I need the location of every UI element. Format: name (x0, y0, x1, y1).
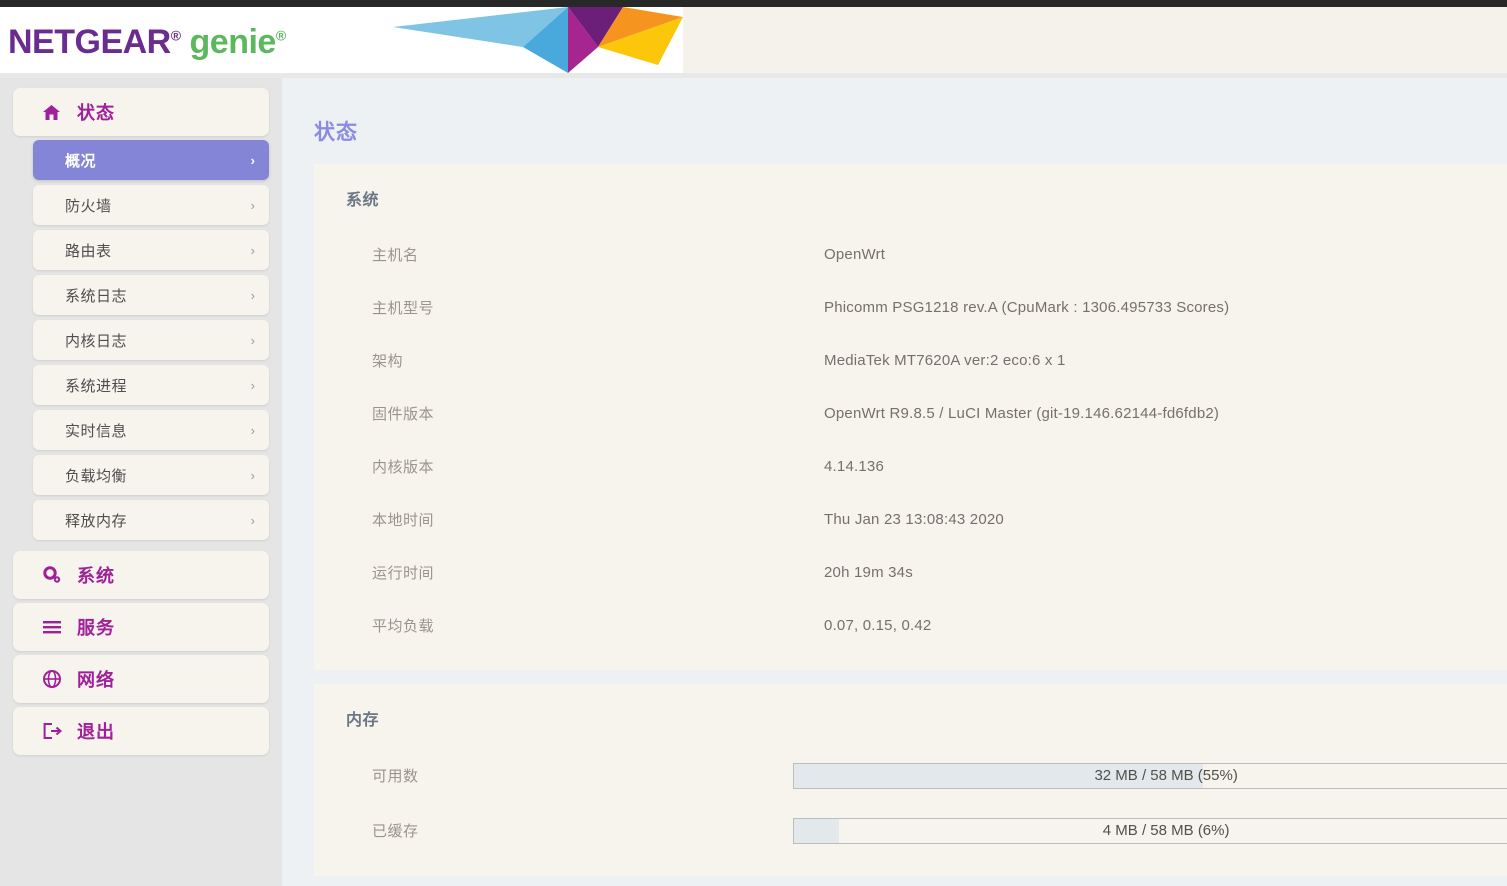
row-value-model: Phicomm PSG1218 rev.A (CpuMark : 1306.49… (824, 299, 1230, 316)
chevron-right-icon: › (250, 512, 255, 528)
gear-icon (43, 566, 69, 584)
brand-netgear-text: NETGEAR (8, 23, 171, 61)
chevron-right-icon: › (250, 287, 255, 303)
row-value-load-average: 0.07, 0.15, 0.42 (824, 617, 932, 634)
app-header: NETGEAR® genie® (0, 7, 1507, 73)
memory-card: 内存 可用数 32 MB / 58 MB (55%) 已缓存 4 MB / 58… (314, 684, 1507, 876)
cached-memory-progress-bar: 4 MB / 58 MB (6%) (793, 817, 1507, 844)
sidebar-item-overview-label: 概况 (65, 152, 97, 170)
brand-netgear-registered: ® (170, 27, 181, 44)
row-label-available-memory: 可用数 (372, 768, 419, 785)
table-row: 主机名 OpenWrt (314, 228, 1507, 281)
sidebar-section-services[interactable]: 服务 (13, 603, 269, 651)
table-row: 平均负载 0.07, 0.15, 0.42 (314, 599, 1507, 652)
brand-logo-text: NETGEAR® genie® (8, 23, 286, 62)
sidebar-section-network-label: 网络 (77, 670, 115, 690)
top-black-bar (0, 0, 1507, 7)
row-label-kernel-version: 内核版本 (372, 459, 435, 476)
sidebar-item-realtime-graphs-label: 实时信息 (65, 422, 128, 440)
sidebar-section-system[interactable]: 系统 (13, 551, 269, 599)
row-label-uptime: 运行时间 (372, 565, 435, 582)
sidebar-section-network[interactable]: 网络 (13, 655, 269, 703)
table-row: 内核版本 4.14.136 (314, 440, 1507, 493)
row-label-architecture: 架构 (372, 353, 404, 370)
table-row: 已缓存 4 MB / 58 MB (6%) (314, 803, 1507, 858)
row-label-cached-memory: 已缓存 (372, 823, 419, 840)
row-value-architecture: MediaTek MT7620A ver:2 eco:6 x 1 (824, 352, 1066, 369)
table-row: 主机型号 Phicomm PSG1218 rev.A (CpuMark : 13… (314, 281, 1507, 334)
chevron-right-icon: › (250, 152, 255, 168)
sidebar-item-kernel-log-label: 内核日志 (65, 332, 128, 350)
sidebar-item-firewall-label: 防火墙 (65, 197, 112, 215)
sidebar-item-load-balancing-label: 负载均衡 (65, 467, 128, 485)
sidebar-section-system-label: 系统 (77, 566, 115, 586)
memory-card-title: 内存 (346, 712, 380, 729)
sidebar-item-kernel-log[interactable]: 内核日志 › (33, 320, 269, 360)
sidebar-item-system-log-label: 系统日志 (65, 287, 128, 305)
chevron-right-icon: › (250, 242, 255, 258)
chevron-right-icon: › (250, 332, 255, 348)
row-label-model: 主机型号 (372, 300, 435, 317)
table-row: 本地时间 Thu Jan 23 13:08:43 2020 (314, 493, 1507, 546)
row-label-hostname: 主机名 (372, 247, 419, 264)
table-row: 运行时间 20h 19m 34s (314, 546, 1507, 599)
chevron-right-icon: › (250, 467, 255, 483)
sidebar-item-routes-label: 路由表 (65, 242, 112, 260)
row-value-firmware-version: OpenWrt R9.8.5 / LuCI Master (git-19.146… (824, 405, 1220, 422)
globe-icon (43, 670, 69, 688)
row-value-hostname: OpenWrt (824, 246, 886, 263)
brand-prism-graphic (393, 7, 683, 73)
row-value-local-time: Thu Jan 23 13:08:43 2020 (824, 511, 1004, 528)
page-title: 状态 (314, 121, 358, 144)
row-label-load-average: 平均负载 (372, 618, 435, 635)
sidebar-item-processes-label: 系统进程 (65, 377, 128, 395)
sidebar-item-load-balancing[interactable]: 负载均衡 › (33, 455, 269, 495)
sidebar-item-firewall[interactable]: 防火墙 › (33, 185, 269, 225)
chevron-right-icon: › (250, 197, 255, 213)
table-row: 固件版本 OpenWrt R9.8.5 / LuCI Master (git-1… (314, 387, 1507, 440)
chevron-right-icon: › (250, 422, 255, 438)
sidebar-item-free-memory[interactable]: 释放内存 › (33, 500, 269, 540)
sidebar-item-system-log[interactable]: 系统日志 › (33, 275, 269, 315)
list-icon (43, 620, 69, 634)
row-value-kernel-version: 4.14.136 (824, 458, 884, 475)
available-memory-progress-text: 32 MB / 58 MB (55%) (1094, 767, 1238, 784)
row-value-uptime: 20h 19m 34s (824, 564, 913, 581)
sidebar-item-free-memory-label: 释放内存 (65, 512, 128, 530)
sidebar-item-processes[interactable]: 系统进程 › (33, 365, 269, 405)
sidebar-section-status[interactable]: 状态 (13, 88, 269, 136)
main-content: 状态 系统 主机名 OpenWrt 主机型号 Phicomm PSG1218 r… (282, 78, 1507, 886)
logout-icon (43, 723, 69, 739)
row-label-local-time: 本地时间 (372, 512, 435, 529)
sidebar-section-status-label: 状态 (77, 103, 115, 123)
sidebar-item-realtime-graphs[interactable]: 实时信息 › (33, 410, 269, 450)
sidebar-navigation: 状态 概况 › 防火墙 › 路由表 › 系统日志 › 内核日志 › 系统进程 ›… (0, 78, 282, 886)
chevron-right-icon: › (250, 377, 255, 393)
sidebar-status-subitems: 概况 › 防火墙 › 路由表 › 系统日志 › 内核日志 › 系统进程 › 实时… (13, 140, 269, 540)
available-memory-progress-bar: 32 MB / 58 MB (55%) (793, 762, 1507, 789)
table-row: 架构 MediaTek MT7620A ver:2 eco:6 x 1 (314, 334, 1507, 387)
sidebar-item-routes[interactable]: 路由表 › (33, 230, 269, 270)
sidebar-section-logout-label: 退出 (77, 722, 115, 742)
sidebar-section-logout[interactable]: 退出 (13, 707, 269, 755)
sidebar-item-overview[interactable]: 概况 › (33, 140, 269, 180)
system-card-title: 系统 (346, 192, 380, 209)
row-label-firmware-version: 固件版本 (372, 406, 435, 423)
brand-genie-registered: ® (275, 27, 286, 44)
brand-genie-text: genie (189, 23, 277, 61)
system-card: 系统 主机名 OpenWrt 主机型号 Phicomm PSG1218 rev.… (314, 164, 1507, 670)
sidebar-section-services-label: 服务 (77, 618, 115, 638)
table-row: 可用数 32 MB / 58 MB (55%) (314, 748, 1507, 803)
brand-logo[interactable]: NETGEAR® genie® (0, 7, 683, 73)
home-icon (43, 104, 69, 120)
cached-memory-progress-text: 4 MB / 58 MB (6%) (1102, 822, 1230, 839)
